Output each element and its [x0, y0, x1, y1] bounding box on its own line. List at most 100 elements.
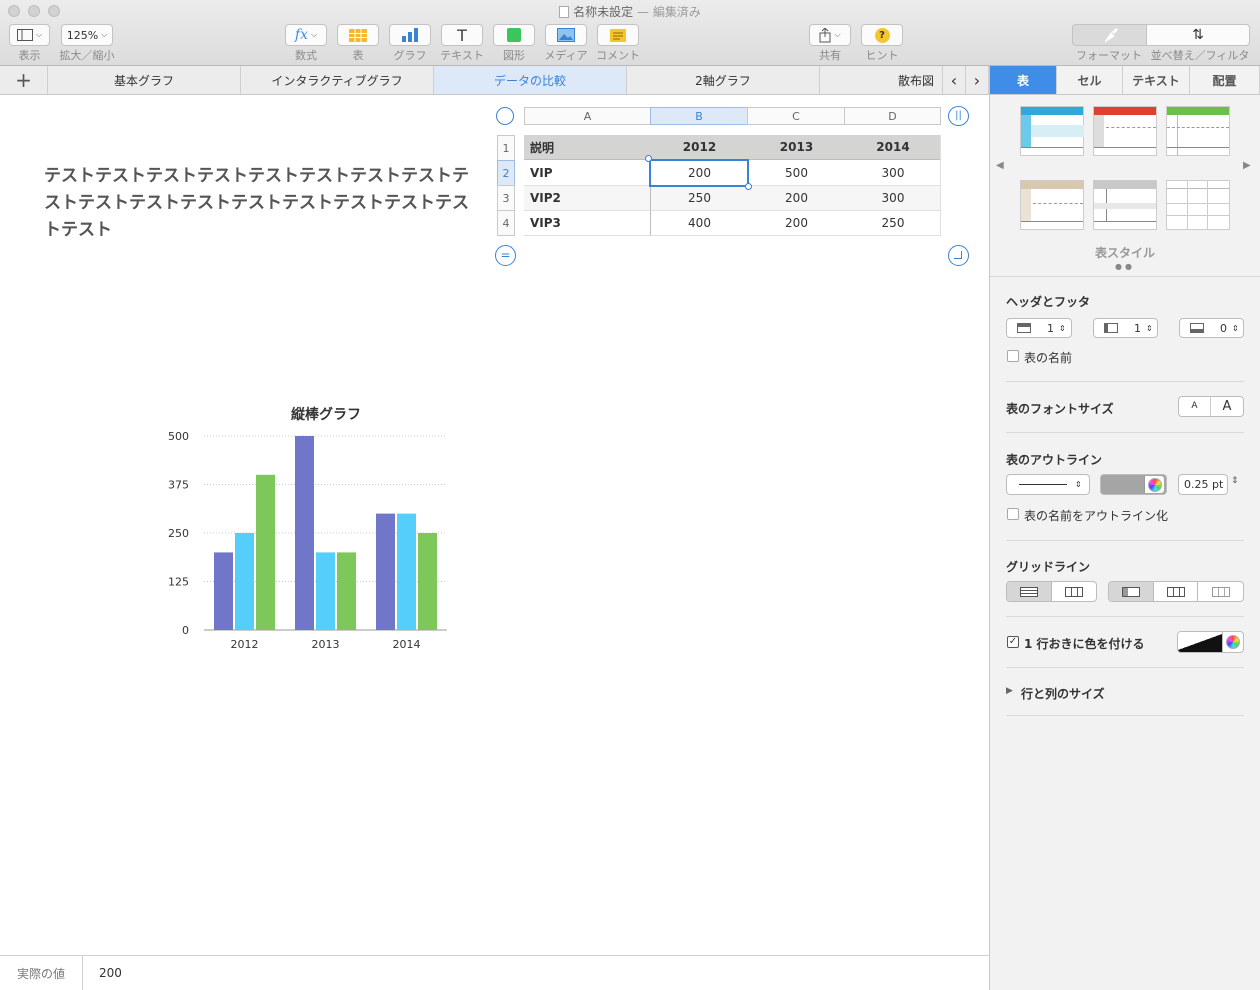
styles-prev-button[interactable]: ◀: [996, 160, 1004, 171]
shape-button[interactable]: [493, 24, 535, 46]
alternating-rows-checkbox[interactable]: ✓: [1007, 636, 1019, 648]
tab-two-axis-chart[interactable]: 2軸グラフ: [627, 66, 820, 94]
text-box[interactable]: テストテストテストテストテストテストテストテストテストテストテストテストテストテ…: [44, 163, 480, 244]
header-rows-stepper[interactable]: 1 ⇕: [1006, 318, 1072, 338]
column-header-d[interactable]: D: [844, 107, 941, 125]
tab-text[interactable]: テキスト: [1123, 66, 1190, 95]
decrease-font-button[interactable]: A: [1179, 397, 1212, 416]
table-style-red[interactable]: [1093, 106, 1157, 156]
chart-bar[interactable]: [397, 513, 416, 630]
chart-bar[interactable]: [256, 474, 275, 630]
scroll-tabs-right-button[interactable]: ›: [966, 66, 989, 94]
tab-scatter-plot[interactable]: 散布図: [820, 66, 943, 94]
add-column-handle[interactable]: ||: [948, 106, 969, 126]
table-cell[interactable]: 400: [651, 211, 748, 236]
column-header-c[interactable]: C: [747, 107, 845, 125]
table-header-cell[interactable]: 2012: [651, 135, 748, 160]
outline-width-field[interactable]: 0.25 pt: [1178, 474, 1228, 495]
styles-next-button[interactable]: ▶: [1243, 160, 1251, 171]
table-header-cell[interactable]: 説明: [524, 135, 651, 160]
horizontal-gridlines-toggle[interactable]: [1007, 582, 1052, 601]
row-header-1[interactable]: 1: [497, 135, 515, 161]
row-column-size-label[interactable]: 行と列のサイズ: [1021, 685, 1105, 702]
row-header-3[interactable]: 3: [497, 185, 515, 211]
chart-bar[interactable]: [418, 533, 437, 630]
chart-bar[interactable]: [376, 513, 395, 630]
add-row-handle[interactable]: =: [495, 245, 516, 266]
zoom-popup[interactable]: 125% ⌵: [61, 24, 113, 46]
table-style-gray[interactable]: [1093, 180, 1157, 230]
table-name-checkbox[interactable]: [1007, 350, 1019, 362]
formula-button[interactable]: fx ⌵: [285, 24, 327, 46]
table-cell[interactable]: 300: [845, 161, 941, 186]
footer-rows-stepper[interactable]: 0 ⇕: [1179, 318, 1244, 338]
table-resize-handle[interactable]: [948, 245, 969, 266]
vertical-gridlines-toggle[interactable]: [1052, 582, 1097, 601]
selection-handle-bottom-right[interactable]: [745, 183, 752, 190]
tab-cell[interactable]: セル: [1057, 66, 1123, 95]
tab-basic-chart[interactable]: 基本グラフ: [48, 66, 241, 94]
chart-bar[interactable]: [235, 533, 254, 630]
tab-table[interactable]: 表: [990, 66, 1057, 95]
table-select-handle[interactable]: [496, 107, 514, 125]
table-row-header-cell[interactable]: VIP2: [524, 186, 651, 211]
chart-button[interactable]: [389, 24, 431, 46]
table-style-beige[interactable]: [1020, 180, 1084, 230]
media-button[interactable]: [545, 24, 587, 46]
tab-data-comparison[interactable]: データの比較: [434, 66, 627, 94]
column-header-b[interactable]: B: [650, 107, 748, 125]
table-cell[interactable]: 300: [845, 186, 941, 211]
chart-bar[interactable]: [214, 552, 233, 630]
disclosure-triangle-icon[interactable]: ▶: [1006, 686, 1013, 696]
table-header-cell[interactable]: 2014: [845, 135, 941, 160]
table-cell[interactable]: 250: [845, 211, 941, 236]
table-style-plain[interactable]: [1166, 180, 1230, 230]
table-cell[interactable]: 200: [748, 211, 845, 236]
table-style-blue[interactable]: [1020, 106, 1084, 156]
outline-width-stepper[interactable]: ⇕: [1231, 476, 1239, 486]
header-row-gridlines-toggle[interactable]: [1109, 582, 1154, 601]
outline-style-popup[interactable]: ⇕: [1006, 474, 1090, 495]
table-header-cell[interactable]: 2013: [748, 135, 845, 160]
header-columns-stepper[interactable]: 1 ⇕: [1093, 318, 1158, 338]
table-row-header-cell[interactable]: VIP: [524, 161, 651, 186]
chart-bar[interactable]: [295, 436, 314, 630]
table-row-header-cell[interactable]: VIP3: [524, 211, 651, 236]
format-button[interactable]: [1072, 24, 1146, 46]
increase-font-button[interactable]: A: [1211, 397, 1243, 416]
table-style-green[interactable]: [1166, 106, 1230, 156]
chart-bar[interactable]: [316, 552, 335, 630]
alternating-color-well[interactable]: [1177, 631, 1244, 653]
tab-arrange[interactable]: 配置: [1190, 66, 1260, 95]
outline-color-well[interactable]: [1100, 474, 1167, 495]
chart-bar[interactable]: [337, 552, 356, 630]
x-axis-ticks: 2012 2013 2014: [231, 638, 421, 651]
table-button[interactable]: [337, 24, 379, 46]
text-button[interactable]: T: [441, 24, 483, 46]
sort-filter-button[interactable]: ⇅: [1146, 24, 1250, 46]
bar-chart[interactable]: 縦棒グラフ 0 125 250 375 500 2012 2013 2014: [160, 400, 460, 660]
selected-cell-outline[interactable]: [649, 159, 749, 187]
view-button[interactable]: ⌵: [9, 24, 50, 46]
outline-table-name-checkbox[interactable]: [1007, 508, 1019, 520]
table-cell[interactable]: 500: [748, 161, 845, 186]
row-header-4[interactable]: 4: [497, 210, 515, 236]
column-header-a[interactable]: A: [524, 107, 651, 125]
comment-button[interactable]: [597, 24, 639, 46]
footer-gridlines-toggle[interactable]: [1198, 582, 1243, 601]
cell-value[interactable]: 200: [99, 966, 122, 980]
scroll-tabs-left-button[interactable]: ‹: [943, 66, 966, 94]
row-header-2[interactable]: 2: [497, 160, 515, 186]
table-cell[interactable]: 250: [651, 186, 748, 211]
paintbrush-icon: [1104, 27, 1118, 42]
tab-interactive-chart[interactable]: インタラクティブグラフ: [241, 66, 434, 94]
stepper-arrows-icon: ⇕: [1231, 476, 1239, 486]
header-col-gridlines-toggle[interactable]: [1154, 582, 1199, 601]
table-icon: [349, 28, 367, 42]
table-cell[interactable]: 200: [748, 186, 845, 211]
page-dots[interactable]: ●●: [1115, 262, 1135, 271]
tips-button[interactable]: ?: [861, 24, 903, 46]
share-button[interactable]: ⌵: [809, 24, 851, 46]
selection-handle-top-left[interactable]: [645, 155, 652, 162]
add-sheet-button[interactable]: +: [0, 66, 48, 94]
